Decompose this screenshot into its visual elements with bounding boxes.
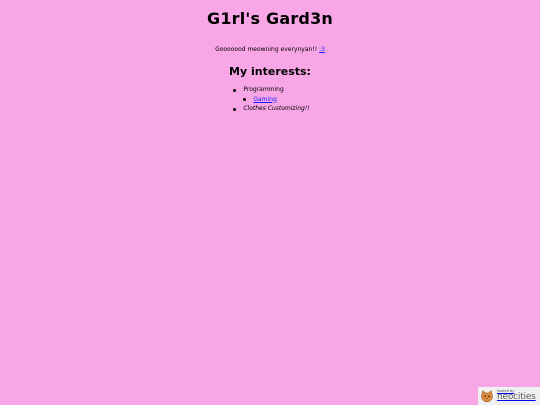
greeting-text: Gooooood meowning everynyan!!	[215, 46, 318, 53]
interests-heading: My interests:	[229, 65, 311, 78]
greeting-line: Gooooood meowning everynyan!! :3	[0, 46, 540, 54]
list-item: Gaming	[240, 95, 309, 105]
list-item: Programming	[230, 85, 309, 95]
neocities-badge[interactable]: hosted by neocities	[478, 387, 540, 405]
badge-text: hosted by neocities	[497, 389, 536, 403]
interests-list: Programming Gaming Clothes Customizing!!	[230, 85, 310, 114]
neocities-cat-icon	[481, 390, 493, 403]
interest-clothes: Clothes Customizing!!	[243, 105, 310, 112]
interest-gaming-link[interactable]: Gaming	[253, 96, 276, 103]
page: G1rl's Gard3n Gooooood meowning everynya…	[0, 0, 540, 114]
interest-programming: Programming	[243, 86, 284, 93]
list-item: Clothes Customizing!!	[230, 104, 310, 114]
emote-link[interactable]: :3	[319, 46, 325, 53]
page-title: G1rl's Gard3n	[206, 9, 334, 28]
badge-brand: neocities	[497, 392, 536, 403]
